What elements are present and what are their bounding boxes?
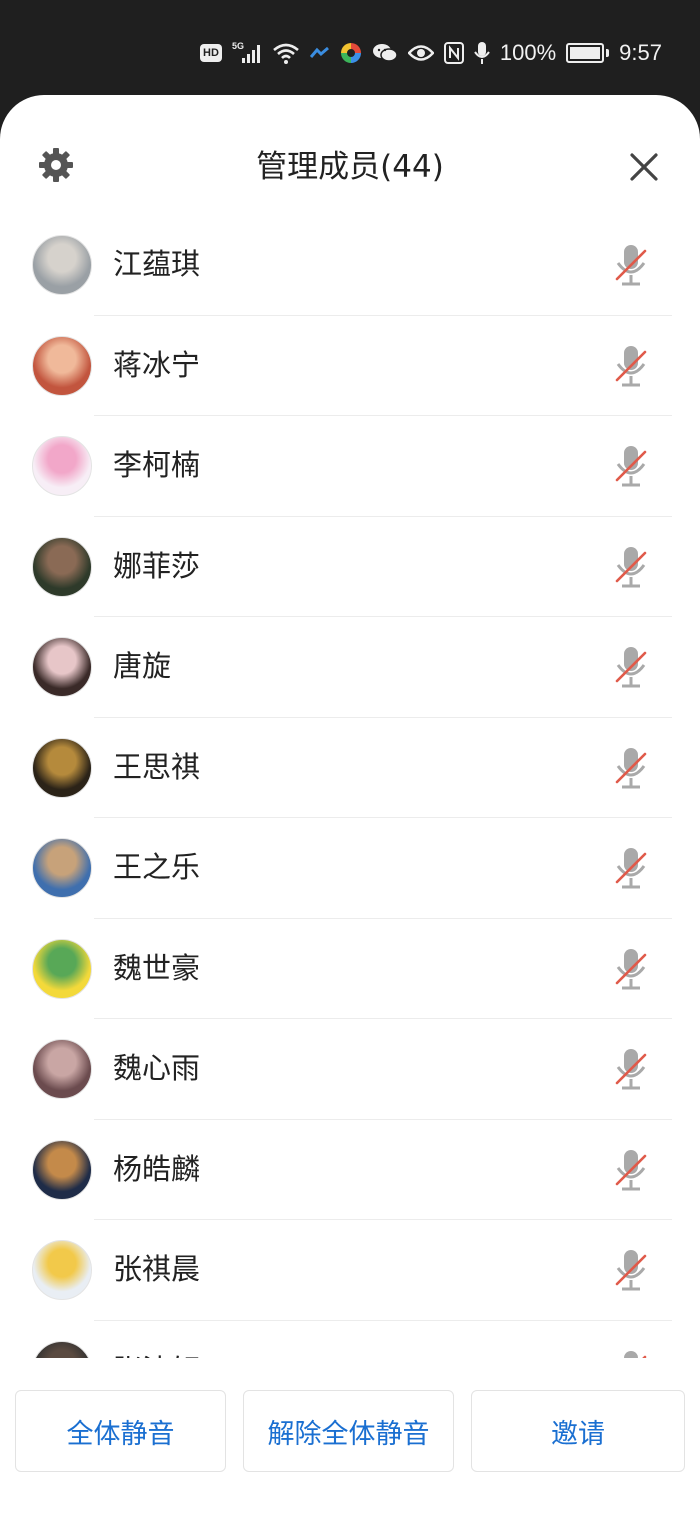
mic-toggle-button[interactable] — [612, 846, 650, 890]
member-row[interactable]: 魏世豪 — [0, 919, 700, 1019]
nfc-icon — [443, 39, 464, 67]
invite-button[interactable]: 邀请 — [471, 1390, 685, 1472]
wifi-icon — [272, 39, 300, 67]
member-list[interactable]: 江蕴琪蒋冰宁李柯楠娜菲莎唐旋王思祺王之乐魏世豪魏心雨杨皓麟张祺晨张沈轩 — [0, 215, 700, 1358]
app-icon — [309, 39, 330, 67]
member-name: 杨皓麟 — [113, 1151, 201, 1186]
mic-toggle-button[interactable] — [612, 545, 650, 589]
avatar[interactable] — [32, 637, 92, 697]
footer-actions: 全体静音 解除全体静音 邀请 — [0, 1358, 700, 1540]
mic-toggle-button[interactable] — [612, 1349, 650, 1358]
member-name: 王之乐 — [113, 850, 201, 884]
svg-text:5G: 5G — [232, 41, 244, 51]
avatar[interactable] — [32, 1039, 92, 1099]
avatar[interactable] — [32, 1139, 92, 1200]
mic-muted-icon — [615, 1149, 647, 1190]
mic-muted-icon — [624, 1350, 647, 1358]
avatar[interactable] — [32, 737, 92, 798]
mic-muted-icon — [615, 1250, 647, 1291]
mic-muted-icon — [615, 245, 647, 286]
avatar[interactable] — [32, 235, 92, 295]
member-row[interactable]: 杨皓麟 — [0, 1120, 700, 1220]
page-title: 管理成员(44) — [256, 149, 444, 185]
member-name: 江蕴琪 — [113, 247, 201, 281]
wechat-icon — [372, 39, 398, 67]
member-name: 张沈轩 — [113, 1349, 200, 1359]
close-button[interactable] — [624, 147, 664, 187]
member-row[interactable]: 唐旋 — [0, 617, 700, 718]
member-name: 王思祺 — [113, 749, 201, 784]
member-row[interactable]: 娜菲莎 — [0, 517, 700, 617]
mic-muted-icon — [615, 848, 647, 889]
member-name: 张祺晨 — [113, 1252, 201, 1286]
avatar[interactable] — [32, 436, 92, 496]
member-row[interactable]: 江蕴琪 — [0, 215, 700, 316]
member-row[interactable]: 蒋冰宁 — [0, 316, 700, 416]
mic-muted-icon — [615, 647, 647, 688]
manage-members-sheet: 管理成员(44) 江蕴琪蒋冰宁李柯楠娜菲莎唐旋王思祺王之乐魏世豪魏心雨杨皓麟张祺… — [0, 95, 700, 1540]
mute-all-button[interactable]: 全体静音 — [15, 1390, 226, 1472]
mic-muted-icon — [615, 1049, 647, 1090]
hd-icon: HD — [200, 39, 222, 67]
mic-muted-icon — [615, 345, 647, 386]
status-bar: HD 5G 100% 9:57 — [0, 0, 700, 95]
signal-5g-icon: 5G — [232, 39, 262, 67]
sheet-header: 管理成员(44) — [0, 95, 700, 235]
member-row[interactable]: 张祺晨 — [0, 1220, 700, 1321]
avatar[interactable] — [32, 335, 92, 396]
avatar[interactable] — [32, 536, 92, 597]
member-row[interactable]: 魏心雨 — [0, 1019, 700, 1120]
mic-muted-icon — [615, 446, 647, 487]
colorful-app-icon — [340, 39, 362, 67]
battery-icon — [566, 43, 610, 63]
mic-toggle-button[interactable] — [612, 1248, 650, 1292]
member-row[interactable]: 张沈轩 — [0, 1321, 700, 1359]
member-row[interactable]: 王之乐 — [0, 818, 700, 919]
avatar[interactable] — [32, 1340, 92, 1358]
unmute-all-button[interactable]: 解除全体静音 — [243, 1390, 454, 1472]
member-name: 魏心雨 — [113, 1051, 201, 1085]
member-row[interactable]: 王思祺 — [0, 718, 700, 818]
eye-icon — [407, 39, 434, 67]
mic-toggle-button[interactable] — [612, 947, 650, 991]
close-icon — [630, 153, 658, 181]
status-icons: HD 5G 100% 9:57 — [200, 36, 662, 70]
clock: 9:57 — [619, 40, 662, 65]
member-name: 李柯楠 — [113, 448, 201, 482]
mic-toggle-button[interactable] — [612, 1148, 650, 1192]
avatar[interactable] — [32, 1240, 92, 1300]
mic-toggle-button[interactable] — [612, 243, 650, 287]
mic-icon — [474, 39, 490, 67]
avatar[interactable] — [32, 938, 92, 999]
member-name: 魏世豪 — [113, 950, 201, 985]
member-name: 蒋冰宁 — [113, 347, 201, 382]
mic-muted-icon — [615, 546, 647, 587]
mic-toggle-button[interactable] — [612, 344, 650, 388]
mic-toggle-button[interactable] — [612, 746, 650, 790]
mic-toggle-button[interactable] — [612, 1047, 650, 1091]
avatar[interactable] — [32, 838, 92, 898]
member-row[interactable]: 李柯楠 — [0, 416, 700, 517]
member-name: 娜菲莎 — [113, 548, 201, 583]
mic-toggle-button[interactable] — [612, 645, 650, 689]
mic-muted-icon — [615, 747, 647, 788]
member-name: 唐旋 — [113, 649, 172, 683]
mic-toggle-button[interactable] — [612, 444, 650, 488]
mic-muted-icon — [615, 948, 647, 989]
battery-percent: 100% — [499, 40, 557, 65]
